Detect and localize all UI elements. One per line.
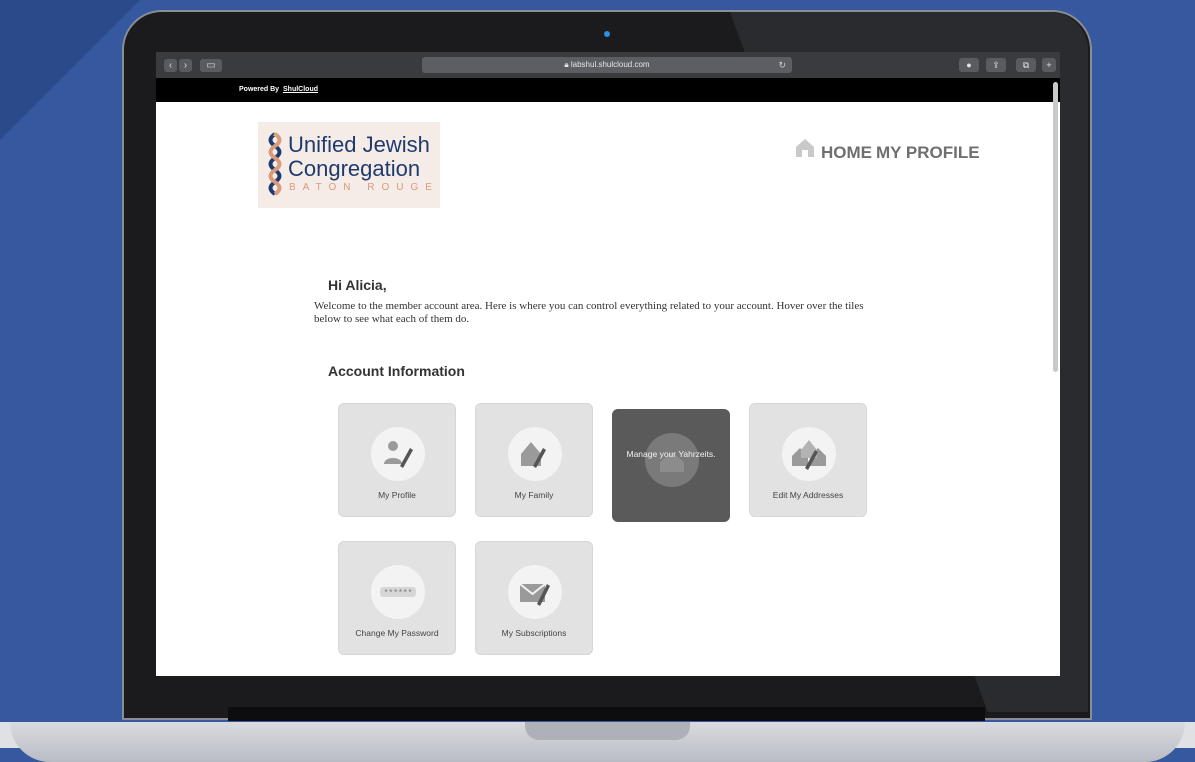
tile-icon-circle: ******	[371, 565, 425, 619]
account-information-heading: Account Information	[328, 363, 465, 379]
yahrzeit-icon	[660, 452, 684, 472]
new-tab-button[interactable]: +	[1042, 58, 1056, 72]
tile-yahrzeits[interactable]: Manage your Yahrzeits.	[612, 409, 730, 522]
camera-dot	[604, 31, 610, 37]
tabs-button[interactable]: ⧉	[1016, 58, 1036, 72]
braid-logo-icon	[268, 132, 282, 196]
profile-edit-icon	[384, 441, 413, 468]
tile-edit-my-addresses[interactable]: Edit My Addresses	[749, 403, 867, 517]
share-button[interactable]: ⇪	[986, 58, 1006, 72]
home-icon[interactable]	[794, 138, 816, 158]
logo-line-1: Unified Jewish	[288, 132, 430, 157]
browser-screen: ‹ › ▭ 🔒︎ labshul.shulcloud.com ↻ ● ⇪ ⧉ +…	[156, 52, 1060, 676]
addresses-edit-icon	[792, 440, 826, 470]
subscriptions-edit-icon	[519, 583, 550, 606]
tile-my-family[interactable]: My Family	[475, 403, 593, 517]
page-scrollbar[interactable]	[1053, 82, 1058, 372]
address-bar[interactable]: 🔒︎ labshul.shulcloud.com ↻	[422, 57, 792, 73]
tile-icon-circle	[508, 427, 562, 481]
tile-label: Change My Password	[355, 628, 439, 638]
tile-my-subscriptions[interactable]: My Subscriptions	[475, 541, 593, 655]
forward-button[interactable]: ›	[179, 59, 192, 72]
sidebar-toggle-button[interactable]: ▭	[200, 59, 222, 72]
browser-toolbar: ‹ › ▭ 🔒︎ labshul.shulcloud.com ↻ ● ⇪ ⧉ +	[156, 52, 1060, 78]
tile-label: My Subscriptions	[501, 628, 567, 638]
nav-home-link[interactable]: HOME	[821, 143, 872, 163]
tile-hover-text: Manage your Yahrzeits.	[626, 449, 716, 459]
tile-icon-circle	[782, 427, 836, 481]
logo-line-3: BATON ROUGE	[289, 182, 439, 193]
nav-my-profile-link[interactable]: MY PROFILE	[876, 143, 980, 163]
reload-icon[interactable]: ↻	[778, 57, 786, 73]
tile-icon-circle	[508, 565, 562, 619]
svg-text:******: ******	[384, 589, 413, 598]
back-button[interactable]: ‹	[164, 59, 177, 72]
tile-change-my-password[interactable]: ****** Change My Password	[338, 541, 456, 655]
logo-line-2: Congregation	[288, 156, 421, 181]
laptop-notch	[525, 722, 690, 740]
tile-icon-circle	[371, 427, 425, 481]
tile-label: My Profile	[378, 490, 416, 500]
password-icon: ******	[380, 587, 416, 598]
url-text: labshul.shulcloud.com	[570, 60, 650, 69]
powered-by-bar: Powered By ShulCloud	[156, 78, 1060, 102]
family-home-edit-icon	[521, 442, 546, 468]
shulcloud-link[interactable]: ShulCloud	[283, 78, 318, 102]
tile-label: Edit My Addresses	[772, 490, 844, 500]
download-button[interactable]: ●	[959, 58, 979, 72]
tile-my-profile[interactable]: My Profile	[338, 403, 456, 517]
congregation-logo[interactable]: Unified Jewish Congregation BATON ROUGE	[258, 122, 440, 208]
tile-icon-circle	[645, 433, 699, 487]
greeting-heading: Hi Alicia,	[328, 277, 387, 293]
welcome-text: Welcome to the member account area. Here…	[314, 300, 864, 325]
laptop-hinge	[228, 707, 985, 721]
tile-label: My Family	[514, 490, 554, 500]
powered-by-label: Powered By	[239, 86, 280, 93]
